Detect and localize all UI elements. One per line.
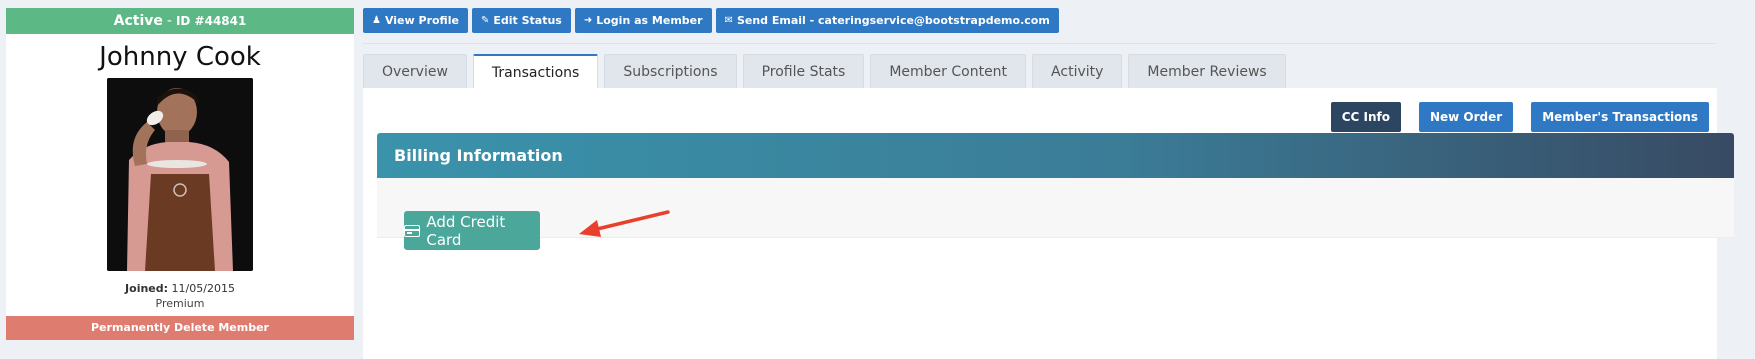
- billing-information-header: Billing Information: [377, 133, 1734, 178]
- envelope-icon: ✉: [724, 15, 733, 26]
- cc-info-button[interactable]: CC Info: [1330, 102, 1401, 132]
- view-profile-label: View Profile: [384, 14, 459, 27]
- status-separator: -: [166, 13, 172, 29]
- member-name: Johnny Cook: [99, 42, 261, 72]
- add-credit-card-button[interactable]: Add Credit Card: [404, 211, 540, 250]
- send-email-button[interactable]: ✉ Send Email - cateringservice@bootstrap…: [715, 8, 1059, 33]
- edit-status-button[interactable]: ✎ Edit Status: [471, 8, 571, 33]
- login-as-member-button[interactable]: ➜ Login as Member: [574, 8, 712, 33]
- member-photo: [107, 78, 253, 271]
- members-transactions-button[interactable]: Member's Transactions: [1531, 102, 1709, 132]
- member-actions: ♟ View Profile ✎ Edit Status ➜ Login as …: [363, 8, 1059, 33]
- member-profile-card: Active - ID #44841 Johnny Cook Joined: 11/…: [6, 8, 354, 340]
- panel-actions: CC Info New Order Member's Transactions: [1330, 102, 1709, 132]
- membership-tier: Premium: [155, 297, 205, 310]
- add-credit-card-label: Add Credit Card: [426, 212, 506, 249]
- edit-status-label: Edit Status: [493, 14, 562, 27]
- tab-subscriptions[interactable]: Subscriptions: [604, 54, 737, 88]
- credit-card-icon: [404, 224, 421, 237]
- login-as-member-label: Login as Member: [596, 14, 703, 27]
- user-icon: ♟: [372, 15, 381, 26]
- tab-activity[interactable]: Activity: [1032, 54, 1123, 88]
- tab-overview[interactable]: Overview: [363, 54, 467, 88]
- tab-member-content[interactable]: Member Content: [870, 54, 1027, 88]
- transactions-panel: CC Info New Order Member's Transactions …: [363, 88, 1734, 359]
- member-tabs: Overview Transactions Subscriptions Prof…: [363, 54, 1286, 89]
- status-label: Active: [113, 13, 163, 29]
- new-order-button[interactable]: New Order: [1418, 102, 1514, 132]
- sign-in-icon: ➜: [583, 15, 593, 26]
- tab-member-reviews[interactable]: Member Reviews: [1128, 54, 1286, 88]
- tab-profile-stats[interactable]: Profile Stats: [742, 54, 865, 88]
- header-divider: [363, 43, 1715, 44]
- view-profile-button[interactable]: ♟ View Profile: [363, 8, 468, 33]
- joined-info: Joined: 11/05/2015: [6, 282, 354, 295]
- status-bar: Active - ID #44841: [6, 8, 354, 34]
- annotation-arrow: [579, 210, 670, 237]
- send-email-label: Send Email - cateringservice@bootstrapde…: [736, 14, 1050, 27]
- member-id: ID #44841: [175, 14, 247, 28]
- joined-label: Joined:: [125, 282, 169, 295]
- delete-member-button[interactable]: Permanently Delete Member: [6, 316, 354, 340]
- tab-transactions[interactable]: Transactions: [472, 54, 599, 89]
- joined-date: 11/05/2015: [171, 282, 235, 295]
- pencil-icon: ✎: [480, 15, 490, 26]
